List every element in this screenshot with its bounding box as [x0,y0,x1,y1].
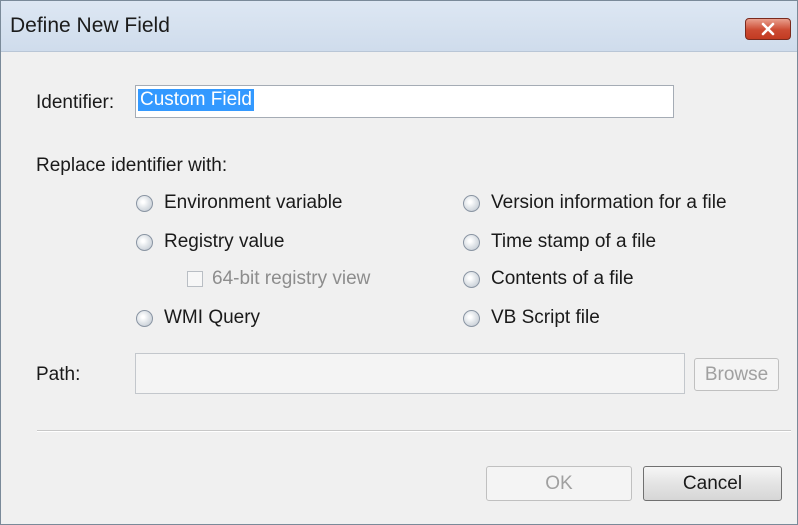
identifier-label: Identifier: [36,92,115,113]
title-bar[interactable]: Define New Field [1,1,797,52]
radio-label: Version information for a file [491,192,727,213]
radio-label: VB Script file [491,307,600,328]
close-icon [761,22,775,36]
path-label: Path: [36,364,81,385]
identifier-input[interactable]: Custom Field [135,85,674,118]
radio-button[interactable] [136,310,153,327]
radio-label: Registry value [164,231,285,252]
dialog-body: Identifier: Custom Field Replace identif… [1,52,797,524]
define-new-field-dialog: Define New Field Identifier: Custom Fiel… [0,0,798,525]
checkbox [187,271,203,287]
radio-label: Environment variable [164,192,343,213]
dialog-title: Define New Field [10,14,170,37]
close-button[interactable] [745,18,791,40]
radio-button[interactable] [136,195,153,212]
checkbox-label: 64-bit registry view [212,268,371,289]
radio-label: WMI Query [164,307,261,328]
radio-button[interactable] [136,234,153,251]
radio-button[interactable] [463,195,480,212]
separator [37,430,791,432]
radio-button[interactable] [463,310,480,327]
replace-identifier-label: Replace identifier with: [36,155,228,176]
cancel-button[interactable]: Cancel [643,466,782,501]
radio-label: Time stamp of a file [491,231,657,252]
identifier-value: Custom Field [138,89,254,111]
radio-button[interactable] [463,271,480,288]
radio-label: Contents of a file [491,268,634,289]
radio-button[interactable] [463,234,480,251]
browse-button: Browse [694,358,779,391]
ok-button: OK [486,466,632,501]
path-input [135,353,685,394]
